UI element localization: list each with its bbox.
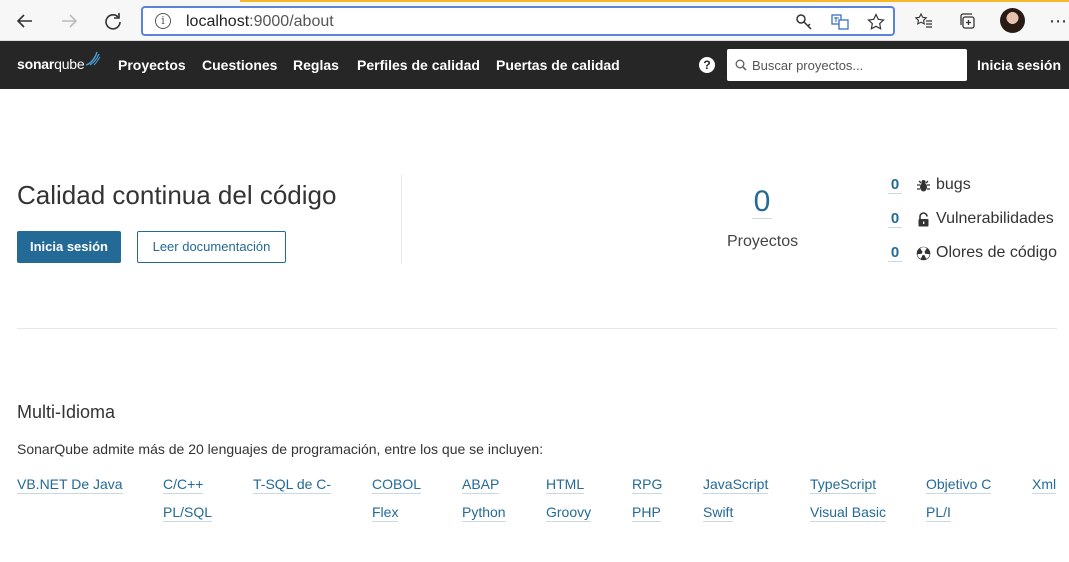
language-link[interactable]: Swift (703, 504, 734, 522)
search-input[interactable] (752, 49, 962, 81)
sonarqube-logo[interactable]: sonarqube (17, 56, 85, 72)
projects-label: Proyectos (727, 233, 799, 250)
address-bar[interactable]: i localhost:9000/about (141, 6, 895, 36)
login-link[interactable]: Inicia sesión (977, 57, 1061, 73)
lock-icon (918, 212, 929, 227)
translate-icon[interactable] (830, 12, 850, 32)
bugs-count[interactable]: 0 (888, 176, 902, 194)
more-options-icon[interactable]: ⋯ (1046, 9, 1069, 33)
language-link[interactable]: ABAP (462, 476, 500, 494)
logo-arc-icon (85, 51, 101, 66)
vulnerabilities-label: Vulnerabilidades (936, 210, 1054, 227)
sonarqube-navbar: sonarqube Proyectos Cuestiones Reglas Pe… (0, 41, 1069, 89)
language-link[interactable]: C/C++ (163, 476, 204, 494)
url-text[interactable]: localhost:9000/about (186, 13, 334, 31)
login-button[interactable]: Inicia sesión (17, 231, 121, 263)
search-box[interactable] (727, 49, 967, 81)
key-icon[interactable] (794, 12, 814, 32)
vulnerabilities-count[interactable]: 0 (888, 210, 902, 228)
bugs-label: bugs (936, 176, 971, 193)
favorites-icon[interactable] (912, 9, 936, 33)
code-smells-count[interactable]: 0 (888, 244, 902, 262)
refresh-icon[interactable] (100, 8, 126, 34)
nav-projects[interactable]: Proyectos (118, 57, 186, 73)
nav-quality-gates[interactable]: Puertas de calidad (496, 57, 620, 73)
nav-issues[interactable]: Cuestiones (202, 57, 277, 73)
language-link[interactable]: HTML (546, 476, 585, 494)
page-title: Calidad continua del código (17, 180, 337, 210)
language-link[interactable]: Objetivo C (926, 476, 992, 494)
nav-quality-profiles[interactable]: Perfiles de calidad (357, 57, 480, 73)
code-smells-label: Olores de código (936, 244, 1057, 261)
code-smell-icon (916, 246, 931, 261)
tab-accent-line (240, 0, 1069, 2)
language-link[interactable]: Visual Basic (810, 504, 887, 522)
language-link[interactable]: COBOL (372, 476, 422, 494)
info-icon[interactable]: i (155, 13, 171, 29)
language-link[interactable]: Flex (372, 504, 399, 522)
nav-rules[interactable]: Reglas (293, 57, 339, 73)
language-link[interactable]: RPG (632, 476, 663, 494)
language-link[interactable]: PHP (632, 504, 661, 522)
star-icon[interactable] (866, 12, 886, 32)
language-link[interactable]: Xml (1032, 476, 1057, 494)
back-icon[interactable] (12, 8, 38, 34)
languages-title: Multi-Idioma (17, 402, 116, 422)
forward-icon[interactable] (56, 8, 82, 34)
section-divider (17, 328, 1057, 329)
help-icon[interactable]: ? (699, 57, 715, 73)
language-link[interactable]: T-SQL de C- (253, 476, 332, 494)
search-icon (735, 59, 747, 71)
projects-count[interactable]: 0 (752, 185, 772, 219)
read-docs-button[interactable]: Leer documentación (137, 231, 286, 263)
language-link[interactable]: VB.NET De Java (17, 476, 123, 494)
languages-description: SonarQube admite más de 20 lenguajes de … (17, 441, 544, 457)
language-link[interactable]: Groovy (546, 504, 592, 522)
language-link[interactable]: JavaScript (703, 476, 769, 494)
profile-avatar[interactable] (1000, 8, 1025, 33)
vertical-divider (401, 175, 402, 264)
browser-toolbar: i localhost:9000/about ⋯ (0, 0, 1069, 41)
collections-icon[interactable] (956, 9, 980, 33)
language-link[interactable]: PL/I (926, 504, 951, 522)
language-link[interactable]: PL/SQL (163, 504, 213, 522)
language-link[interactable]: Python (462, 504, 506, 522)
bug-icon (917, 180, 930, 192)
language-link[interactable]: TypeScript (810, 476, 877, 494)
